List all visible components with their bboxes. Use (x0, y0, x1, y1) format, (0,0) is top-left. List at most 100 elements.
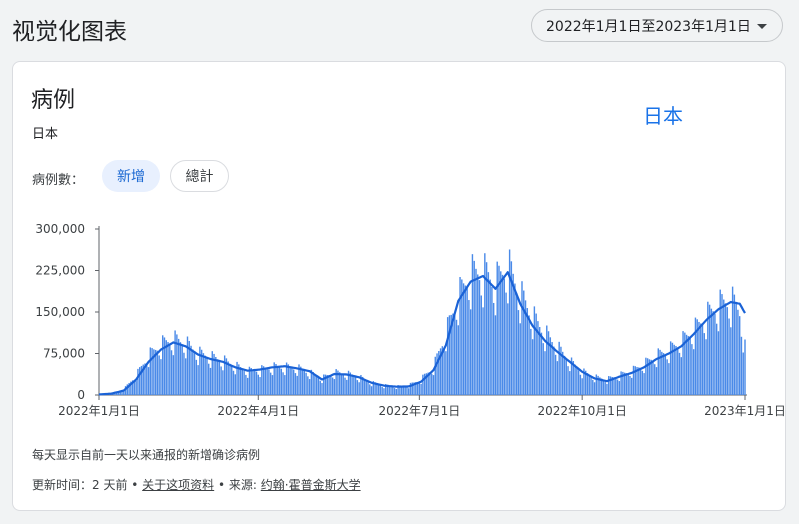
daily-case-bar (701, 325, 704, 395)
daily-case-bar (268, 369, 270, 395)
daily-case-bar (264, 367, 267, 395)
daily-case-bar (487, 272, 490, 395)
daily-case-bar (455, 319, 458, 395)
daily-case-bar (186, 336, 189, 395)
daily-case-bar (735, 303, 737, 395)
daily-case-bar (567, 366, 569, 395)
daily-case-bar (222, 370, 224, 395)
daily-case-bar (252, 369, 254, 395)
daily-case-bar (485, 262, 488, 395)
daily-case-bar (480, 295, 482, 395)
daily-case-bar (643, 373, 645, 395)
daily-case-bar (519, 323, 521, 395)
daily-case-bar (181, 345, 183, 395)
daily-case-bar (282, 372, 284, 395)
daily-case-bar (724, 303, 727, 395)
x-tick-label: 2022年7月1日 (378, 404, 460, 418)
daily-case-bar (469, 309, 472, 395)
daily-case-bar (255, 371, 258, 395)
daily-case-bar (231, 366, 233, 395)
daily-case-bar (137, 368, 139, 395)
daily-case-bar (206, 358, 208, 395)
daily-case-bar (595, 374, 598, 395)
daily-case-bar (726, 307, 729, 395)
daily-case-bar (408, 388, 410, 395)
daily-case-bar (215, 356, 217, 395)
daily-case-bar (503, 278, 506, 395)
daily-case-bar (512, 273, 514, 395)
daily-case-bar (475, 268, 477, 395)
daily-case-bar (158, 355, 160, 395)
about-data-link[interactable]: 关于这项资料 (142, 478, 214, 492)
daily-case-bar (193, 353, 196, 395)
daily-case-bar (185, 358, 187, 395)
daily-case-bar (590, 376, 592, 395)
x-tick-label: 2023年1月1日 (704, 404, 786, 418)
daily-case-bar (162, 335, 164, 395)
daily-case-bar (563, 355, 566, 395)
daily-case-bar (592, 379, 594, 395)
daily-case-bar (443, 348, 445, 395)
daily-case-bar (300, 366, 302, 395)
daily-case-bar (246, 377, 249, 395)
daily-case-bar (581, 378, 583, 395)
daily-case-bar (616, 379, 619, 395)
daily-case-bar (197, 365, 199, 395)
daily-case-bar (308, 379, 311, 395)
daily-case-bar (558, 341, 560, 395)
daily-case-bar (685, 334, 688, 395)
y-tick-label: 300,000 (35, 222, 85, 236)
daily-case-bar (462, 283, 465, 395)
daily-case-bar (691, 344, 693, 395)
daily-case-bar (515, 292, 518, 395)
date-range-dropdown[interactable]: 2022年1月1日至2023年1月1日 (531, 9, 783, 42)
daily-case-bar (707, 301, 709, 395)
daily-case-bar (432, 375, 435, 395)
daily-case-bar (459, 277, 461, 395)
source-link[interactable]: 约翰·霍普金斯大学 (261, 478, 361, 492)
daily-case-bar (464, 285, 467, 395)
daily-case-bar (494, 315, 497, 395)
daily-case-bar (638, 367, 640, 395)
daily-case-bar (379, 385, 382, 395)
daily-case-bar (315, 376, 318, 395)
daily-case-bar (655, 367, 658, 395)
daily-case-bar (418, 383, 421, 395)
daily-case-bar (328, 375, 330, 395)
daily-case-bar (569, 371, 571, 395)
daily-case-bar (641, 370, 644, 395)
daily-case-bar (135, 381, 137, 395)
daily-case-bar (243, 371, 245, 395)
daily-case-bar (719, 289, 721, 395)
x-tick-label: 2022年4月1日 (217, 404, 299, 418)
daily-case-bar (728, 318, 730, 395)
daily-case-bar (540, 332, 543, 395)
daily-case-bar (554, 354, 557, 395)
daily-case-bar (723, 299, 725, 395)
daily-case-bar (521, 281, 523, 395)
daily-case-bar (151, 348, 153, 395)
daily-case-bar (733, 294, 736, 395)
daily-case-bar (650, 359, 652, 395)
daily-case-bar (740, 336, 743, 395)
daily-case-bar (305, 372, 307, 395)
daily-case-bar (698, 321, 700, 395)
daily-case-bar (632, 365, 635, 395)
daily-case-bar (721, 294, 723, 395)
daily-case-bar (675, 345, 677, 395)
daily-case-bar (712, 311, 714, 395)
daily-case-bar (454, 312, 456, 395)
daily-case-bar (517, 310, 520, 395)
daily-case-bar (639, 367, 642, 395)
daily-case-bar (694, 317, 697, 395)
daily-case-bar (317, 377, 320, 395)
daily-case-bar (333, 379, 336, 395)
daily-case-bar (377, 384, 380, 395)
daily-case-bar (551, 342, 553, 395)
daily-case-bar (530, 328, 532, 395)
daily-case-bar (692, 349, 695, 395)
daily-case-bar (533, 306, 536, 395)
daily-case-bar (661, 351, 663, 395)
daily-case-bar (615, 377, 617, 395)
x-tick-label: 2022年10月1日 (537, 404, 626, 418)
